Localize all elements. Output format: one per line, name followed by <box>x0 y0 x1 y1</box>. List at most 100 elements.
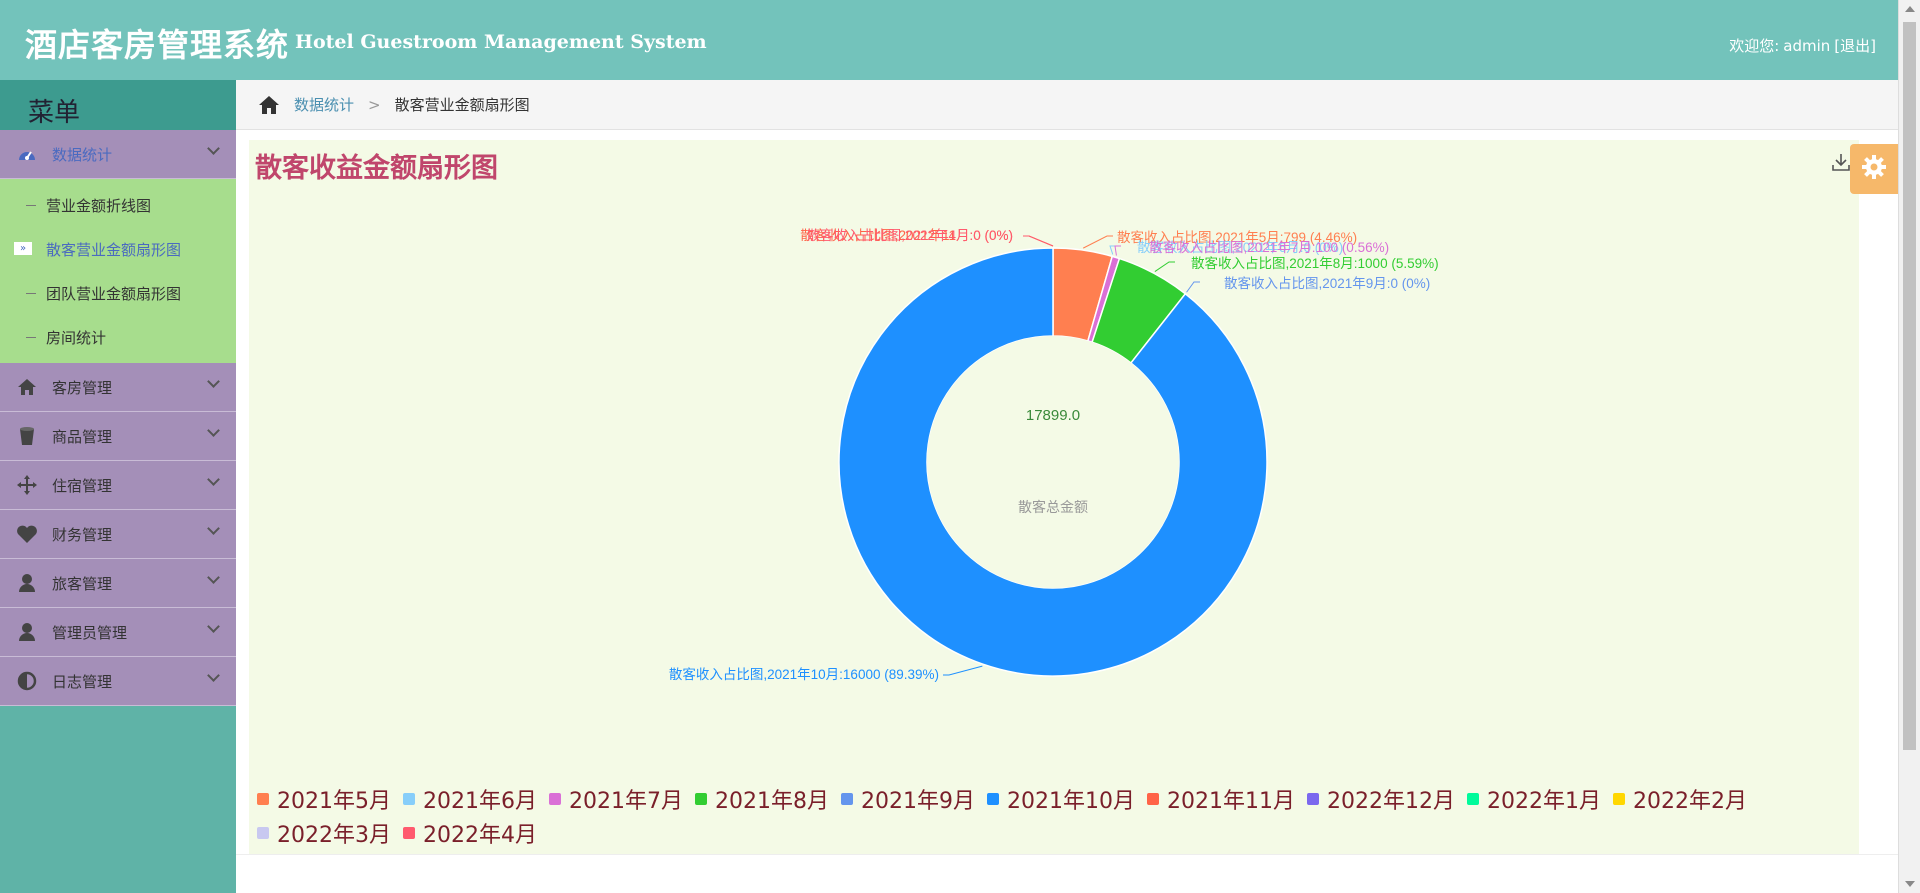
submenu-item-label: 营业金额折线图 <box>46 196 152 215</box>
legend-swatch <box>1466 793 1479 805</box>
gear-icon <box>1861 154 1887 184</box>
legend-label: 2022年3月 <box>277 823 391 848</box>
legend-item[interactable]: 2022年2月 <box>1612 782 1747 816</box>
slice-label: 散客收入占比图,2021年10月:16000 (89.39%) <box>669 666 939 682</box>
legend-item[interactable]: 2021年9月 <box>841 782 975 816</box>
logout-link[interactable]: [退出] <box>1834 37 1876 55</box>
page-scrollbar[interactable] <box>1898 0 1920 893</box>
legend-label: 2021年6月 <box>423 789 537 814</box>
sidebar-section-label: 住宿管理 <box>52 476 113 495</box>
legend-label: 2021年8月 <box>715 789 829 814</box>
legend-item[interactable]: 2021年10月 <box>987 782 1135 816</box>
legend-label: 2022年1月 <box>1486 789 1601 814</box>
user-icon <box>16 621 38 643</box>
heart-icon <box>16 523 38 545</box>
slice-label: 散客收入占比图,2021年7月:100 (0.56%) <box>1149 239 1389 255</box>
legend-item[interactable]: 2021年6月 <box>403 782 537 816</box>
chevron-down-icon <box>207 669 220 682</box>
legend-label: 2022年4月 <box>423 823 537 848</box>
sidebar-section-label: 旅客管理 <box>52 574 113 593</box>
bucket-icon <box>16 425 38 447</box>
sidebar-section-label: 数据统计 <box>52 145 113 164</box>
sidebar-section-label: 商品管理 <box>52 427 113 446</box>
sidebar-section-label: 日志管理 <box>52 672 113 691</box>
legend-item[interactable]: 2021年8月 <box>695 782 829 816</box>
breadcrumb-separator: > <box>368 95 381 114</box>
submenu-item-label: 团队营业金额扇形图 <box>46 284 182 303</box>
submenu-item-room-stats[interactable]: 房间统计 <box>0 315 236 359</box>
statistics-submenu: 营业金额折线图 » 散客营业金额扇形图 团队营业金额扇形图 房间统计 <box>0 179 236 363</box>
breadcrumb-link[interactable]: 数据统计 <box>294 94 354 115</box>
legend-item[interactable]: 2021年5月 <box>257 782 391 816</box>
welcome-area: 欢迎您: admin [退出] <box>1725 35 1876 56</box>
legend-item[interactable]: 2021年7月 <box>549 782 683 816</box>
center-total-label: 散客总金额 <box>1018 499 1088 515</box>
chevron-down-icon <box>207 571 220 584</box>
scroll-up-icon[interactable] <box>1905 6 1915 12</box>
chart-panel: 散客收益金额扇形图 17899.0 散客总金额 散客收入占比图,2021年5月:79… <box>249 140 1859 854</box>
submenu-item-walkin-pie[interactable]: » 散客营业金额扇形图 <box>0 227 236 271</box>
contrast-icon <box>16 670 38 692</box>
legend-swatch <box>1306 793 1319 805</box>
legend-swatch <box>987 793 999 805</box>
legend-swatch <box>257 827 269 839</box>
menu-title: 菜单 <box>0 80 236 130</box>
app-subtitle: Hotel Guestroom Management System <box>295 31 707 53</box>
sidebar-section-label: 客房管理 <box>52 378 113 397</box>
move-icon <box>16 474 38 496</box>
submenu-item-group-pie[interactable]: 团队营业金额扇形图 <box>0 271 236 315</box>
welcome-label: 欢迎您: <box>1729 37 1780 55</box>
legend-swatch <box>841 793 853 805</box>
legend-swatch <box>403 793 415 805</box>
breadcrumb: 数据统计 > 散客营业金额扇形图 <box>236 80 1898 130</box>
settings-button[interactable] <box>1850 144 1898 194</box>
home-icon[interactable] <box>258 95 280 115</box>
submenu-item-label: 房间统计 <box>46 328 107 347</box>
sidebar-section-lodging[interactable]: 住宿管理 <box>0 461 236 510</box>
sidebar-section-goods[interactable]: 商品管理 <box>0 412 236 461</box>
sidebar-section-statistics[interactable]: 数据统计 <box>0 130 236 179</box>
legend-label: 2021年10月 <box>1007 789 1135 814</box>
username: admin <box>1783 37 1831 55</box>
submenu-item-label: 散客营业金额扇形图 <box>46 240 182 259</box>
bottom-bar <box>236 854 1898 893</box>
legend-item[interactable]: 2021年11月 <box>1146 782 1295 816</box>
legend-item[interactable]: 2022年1月 <box>1466 782 1601 816</box>
scrollbar-thumb[interactable] <box>1903 22 1916 750</box>
slice-label-line <box>1023 235 1054 247</box>
center-total-value: 17899.0 <box>1026 407 1080 424</box>
chevron-down-icon <box>207 424 220 437</box>
legend-swatch <box>257 793 269 805</box>
slice-label-line <box>1114 245 1121 256</box>
sidebar-section-finance[interactable]: 财务管理 <box>0 510 236 559</box>
sidebar-section-guests[interactable]: 旅客管理 <box>0 559 236 608</box>
legend-item[interactable]: 2022年3月 <box>257 816 391 850</box>
legend-swatch <box>403 827 415 839</box>
legend-label: 2021年9月 <box>861 789 975 814</box>
legend-label: 2022年12月 <box>1326 789 1455 814</box>
legend-item[interactable]: 2022年12月 <box>1306 782 1455 816</box>
active-marker-icon: » <box>14 242 32 255</box>
legend-swatch <box>1612 793 1625 805</box>
user-icon <box>16 572 38 594</box>
sidebar-section-label: 管理员管理 <box>52 623 128 642</box>
legend-swatch <box>1146 793 1159 805</box>
app-header: 酒店客房管理系统 Hotel Guestroom Management Syst… <box>0 0 1898 80</box>
sidebar-section-admins[interactable]: 管理员管理 <box>0 608 236 657</box>
legend-swatch <box>549 793 561 805</box>
slice-label: 散客收入占比图,2021年8月:1000 (5.59%) <box>1191 255 1439 271</box>
slice-label-line <box>1186 281 1200 293</box>
legend-label: 2022年2月 <box>1632 789 1747 814</box>
chevron-down-icon <box>207 375 220 388</box>
sidebar-section-rooms[interactable]: 客房管理 <box>0 363 236 412</box>
legend-item[interactable]: 2022年4月 <box>403 816 537 850</box>
chevron-down-icon <box>207 142 220 155</box>
dashboard-icon <box>16 143 38 165</box>
chart-legend: 2021年5月 2021年6月 2021年7月 2021年8月 2021年9月 2021年… <box>257 782 1857 850</box>
legend-label: 2021年7月 <box>569 789 683 814</box>
sidebar-section-logs[interactable]: 日志管理 <box>0 657 236 706</box>
scroll-down-icon[interactable] <box>1905 881 1915 887</box>
donut-chart: 17899.0散客总金额散客收入占比图,2021年5月:799 (4.46%)散… <box>669 227 1439 682</box>
submenu-item-revenue-line[interactable]: 营业金额折线图 <box>0 183 236 227</box>
donut-hole <box>927 336 1179 588</box>
